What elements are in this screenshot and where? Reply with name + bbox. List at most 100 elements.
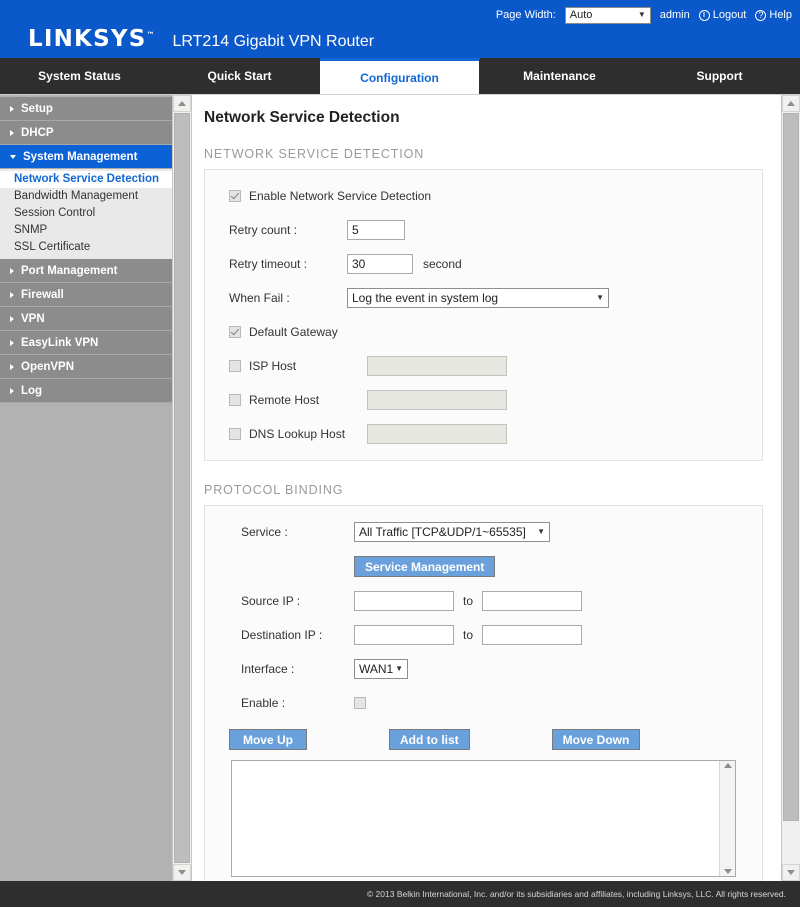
chevron-down-icon: ▼ (395, 664, 403, 673)
chevron-right-icon (10, 129, 14, 136)
tab-system-status[interactable]: System Status (0, 58, 160, 94)
logo-trademark: ™ (146, 30, 155, 40)
help-label: Help (769, 9, 792, 21)
service-management-row: Service Management (219, 556, 748, 577)
nsd-panel: Enable Network Service Detection Retry c… (204, 169, 763, 461)
when-fail-select[interactable]: Log the event in system log ▼ (347, 288, 609, 308)
tab-maintenance[interactable]: Maintenance (480, 58, 640, 94)
sidebar-item-firewall[interactable]: Firewall (0, 283, 172, 307)
help-button[interactable]: Help (755, 9, 792, 21)
content-scroll-up-button[interactable] (782, 95, 800, 112)
sidebar-item-openvpn[interactable]: OpenVPN (0, 355, 172, 379)
destination-ip-row: Destination IP : to (219, 625, 748, 645)
enable-nsd-label: Enable Network Service Detection (249, 189, 432, 203)
chevron-down-icon: ▼ (596, 293, 604, 302)
sidebar-scroll-up-button[interactable] (173, 95, 191, 112)
sidebar-item-network-service-detection[interactable]: Network Service Detection (0, 171, 172, 188)
destination-ip-from-input[interactable] (354, 625, 454, 645)
source-ip-row: Source IP : to (219, 591, 748, 611)
isp-host-checkbox[interactable]: ISP Host (219, 359, 367, 373)
when-fail-row: When Fail : Log the event in system log … (219, 288, 748, 308)
chevron-right-icon (10, 105, 14, 112)
sidebar-item-snmp[interactable]: SNMP (0, 222, 172, 239)
sidebar-item-easylink-vpn[interactable]: EasyLink VPN (0, 331, 172, 355)
sidebar-scroll-thumb[interactable] (174, 113, 190, 863)
source-ip-to-input[interactable] (482, 591, 583, 611)
default-gateway-checkbox[interactable]: Default Gateway (219, 325, 338, 339)
sidebar-item-port-management[interactable]: Port Management (0, 259, 172, 283)
content-scroll-thumb[interactable] (783, 113, 799, 821)
enable-binding-label: Enable : (241, 696, 286, 710)
triangle-up-icon[interactable] (723, 763, 732, 768)
remote-host-checkbox[interactable]: Remote Host (219, 393, 367, 407)
sidebar-nav: Setup DHCP System Management Network Ser… (0, 95, 172, 881)
sidebar-item-label: Port Management (21, 264, 118, 277)
interface-select[interactable]: WAN1 ▼ (354, 659, 408, 679)
current-user-label: admin (659, 9, 690, 21)
retry-count-row: Retry count : (219, 220, 748, 240)
service-management-button[interactable]: Service Management (354, 556, 496, 577)
protocol-binding-section-title: PROTOCOL BINDING (204, 483, 344, 497)
destination-ip-to-input[interactable] (482, 625, 583, 645)
sidebar-item-setup[interactable]: Setup (0, 97, 172, 121)
app-footer: © 2013 Belkin International, Inc. and/or… (0, 881, 800, 907)
sidebar-item-session-control[interactable]: Session Control (0, 205, 172, 222)
dns-lookup-host-checkbox[interactable]: DNS Lookup Host (219, 427, 367, 441)
checkbox-icon (229, 360, 241, 372)
isp-host-label: ISP Host (249, 359, 297, 373)
enable-nsd-checkbox[interactable]: Enable Network Service Detection (219, 189, 431, 203)
retry-timeout-input[interactable] (347, 254, 413, 274)
when-fail-label: When Fail : (229, 291, 290, 305)
when-fail-value: Log the event in system log (352, 291, 499, 305)
source-ip-from-input[interactable] (354, 591, 454, 611)
triangle-down-icon (787, 870, 795, 875)
nsd-enable-row: Enable Network Service Detection (219, 186, 748, 206)
content-area: Network Service Detection NETWORK SERVIC… (192, 95, 800, 881)
service-label: Service : (241, 525, 288, 539)
service-select[interactable]: All Traffic [TCP&UDP/1~65535] ▼ (354, 522, 550, 542)
move-down-button[interactable]: Move Down (551, 729, 641, 750)
enable-binding-checkbox[interactable] (354, 697, 366, 709)
destination-ip-label: Destination IP : (241, 628, 323, 642)
protocol-binding-list-scrollbar[interactable] (719, 761, 735, 876)
page-width-value: Auto (569, 9, 593, 21)
sidebar-item-dhcp[interactable]: DHCP (0, 121, 172, 145)
sidebar-scrollbar[interactable] (172, 95, 191, 881)
chevron-right-icon (10, 387, 14, 394)
linksys-logo: LINKSYS™ (28, 28, 154, 51)
service-value: All Traffic [TCP&UDP/1~65535] (359, 525, 526, 539)
sidebar-item-bandwidth-management[interactable]: Bandwidth Management (0, 188, 172, 205)
tab-configuration[interactable]: Configuration (320, 58, 480, 94)
content-scroll-down-button[interactable] (782, 864, 800, 881)
sidebar-item-vpn[interactable]: VPN (0, 307, 172, 331)
protocol-binding-list-items[interactable] (232, 761, 719, 876)
interface-value: WAN1 (359, 662, 394, 676)
move-up-button[interactable]: Move Up (229, 729, 307, 750)
logout-button[interactable]: Logout (698, 9, 746, 21)
protocol-binding-list[interactable] (231, 760, 736, 877)
tab-support[interactable]: Support (640, 58, 800, 94)
source-ip-to-label: to (463, 594, 474, 608)
sidebar-item-label: OpenVPN (21, 360, 75, 373)
sidebar-scroll-down-button[interactable] (173, 864, 191, 881)
content-scrollbar[interactable] (781, 95, 800, 881)
destination-ip-to-label: to (463, 628, 474, 642)
checkbox-icon (229, 190, 241, 202)
sidebar-item-label: EasyLink VPN (21, 336, 99, 349)
logo-text: LINKSYS (28, 26, 147, 52)
remote-host-label: Remote Host (249, 393, 320, 407)
add-to-list-button[interactable]: Add to list (389, 729, 470, 750)
enable-binding-row: Enable : (219, 693, 748, 713)
isp-host-input[interactable] (367, 356, 507, 376)
dns-lookup-host-label: DNS Lookup Host (249, 427, 346, 441)
header-toolbar: Page Width: Auto ▼ admin Logout Help (496, 5, 792, 25)
dns-lookup-host-input[interactable] (367, 424, 507, 444)
sidebar-item-ssl-certificate[interactable]: SSL Certificate (0, 239, 172, 256)
remote-host-input[interactable] (367, 390, 507, 410)
tab-quick-start[interactable]: Quick Start (160, 58, 320, 94)
retry-count-input[interactable] (347, 220, 405, 240)
triangle-down-icon[interactable] (723, 869, 732, 874)
sidebar-item-log[interactable]: Log (0, 379, 172, 403)
page-width-select[interactable]: Auto ▼ (564, 6, 651, 24)
sidebar-item-system-management[interactable]: System Management (0, 145, 172, 169)
